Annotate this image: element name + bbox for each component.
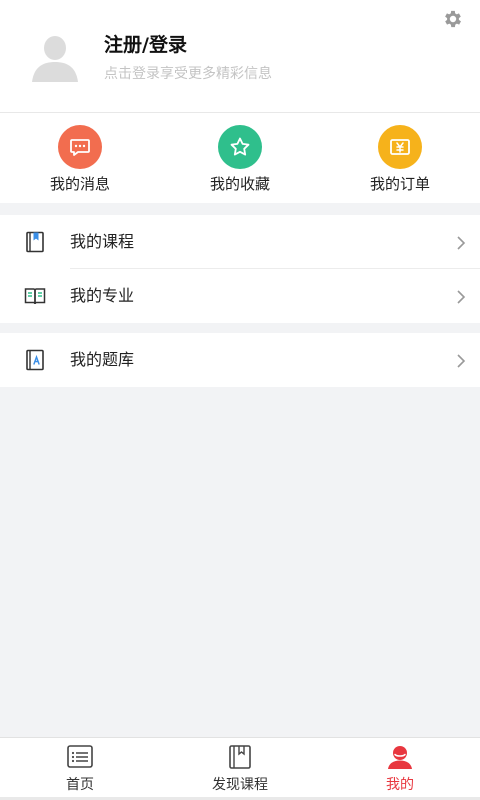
course-book-icon	[24, 231, 46, 253]
menu-item-label: 我的题库	[70, 350, 135, 369]
menu-group-question-bank: 我的题库	[0, 333, 480, 387]
menu-item-label: 我的专业	[70, 286, 135, 305]
tab-label: 我的	[386, 777, 414, 793]
menu-item-my-major[interactable]: 我的专业	[0, 269, 480, 323]
tab-label: 发现课程	[212, 777, 268, 793]
discover-book-icon	[229, 745, 251, 769]
tab-discover-courses[interactable]: 发现课程	[160, 738, 320, 798]
shortcut-label: 我的收藏	[209, 175, 270, 193]
my-orders-shortcut[interactable]: 我的订单	[320, 113, 480, 203]
menu-item-my-question-bank[interactable]: 我的题库	[0, 333, 480, 387]
menu-item-label: 我的课程	[70, 232, 135, 251]
chevron-right-icon	[456, 235, 466, 250]
profile-header[interactable]: 注册/登录 点击登录享受更多精彩信息	[0, 0, 480, 113]
home-list-icon	[67, 745, 93, 768]
order-icon	[378, 125, 422, 169]
tab-label: 首页	[66, 777, 94, 793]
bottom-tab-bar: 首页 发现课程 我的	[0, 737, 480, 798]
my-messages-shortcut[interactable]: 我的消息	[0, 113, 160, 203]
major-book-icon	[24, 285, 46, 307]
message-icon	[58, 125, 102, 169]
shortcut-label: 我的消息	[49, 175, 110, 193]
shortcut-bar: 我的消息 我的收藏 我的订单	[0, 113, 480, 203]
gear-icon[interactable]	[442, 8, 464, 30]
profile-icon	[388, 746, 412, 769]
default-avatar-icon[interactable]	[28, 30, 82, 84]
menu-group-courses: 我的课程 我的专业	[0, 215, 480, 323]
chevron-right-icon	[456, 289, 466, 304]
login-register-link[interactable]: 注册/登录	[104, 30, 187, 57]
my-favorites-shortcut[interactable]: 我的收藏	[160, 113, 320, 203]
menu-item-my-courses[interactable]: 我的课程	[0, 215, 480, 269]
star-icon	[218, 125, 262, 169]
tab-mine[interactable]: 我的	[320, 738, 480, 798]
login-subtitle: 点击登录享受更多精彩信息	[104, 66, 272, 82]
question-bank-icon	[24, 349, 46, 371]
shortcut-label: 我的订单	[369, 175, 430, 193]
chevron-right-icon	[456, 353, 466, 368]
tab-home[interactable]: 首页	[0, 738, 160, 798]
